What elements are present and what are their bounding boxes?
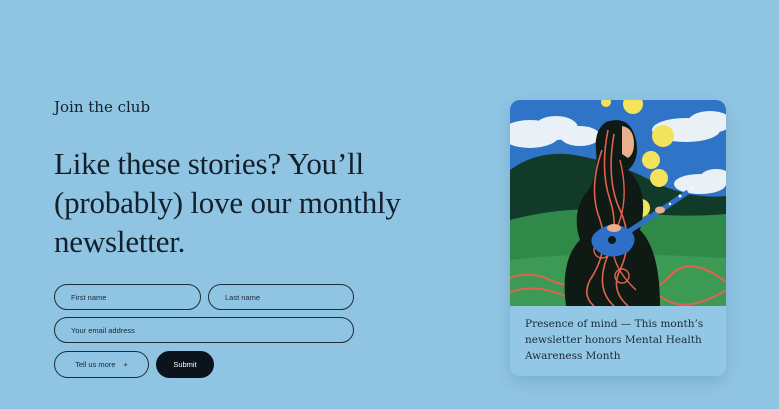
feature-card-caption: Presence of mind — This month’s newslett…	[525, 318, 704, 362]
tell-us-more-label: Tell us more	[75, 360, 116, 369]
feature-card[interactable]: Presence of mind — This month’s newslett…	[510, 100, 726, 376]
woman-playing-ukulele-illustration	[510, 100, 726, 306]
plus-icon: +	[123, 360, 128, 369]
submit-button[interactable]: Submit	[156, 351, 214, 378]
first-name-input[interactable]	[54, 284, 201, 310]
last-name-input[interactable]	[208, 284, 354, 310]
tell-us-more-button[interactable]: Tell us more +	[54, 351, 149, 378]
newsletter-headline: Like these stories? You’ll (probably) lo…	[54, 146, 401, 259]
eyebrow-label: Join the club	[54, 98, 151, 116]
email-input[interactable]	[54, 317, 354, 343]
